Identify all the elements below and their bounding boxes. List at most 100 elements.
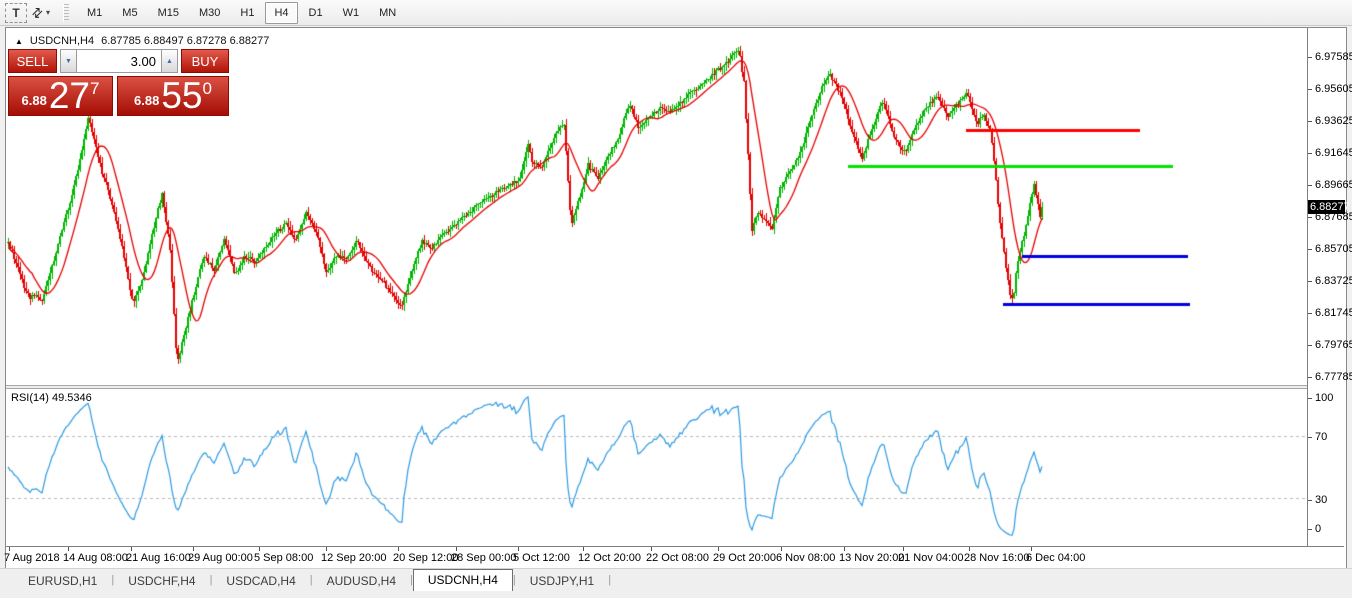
time-axis-label: 12 Sep 20:00 [321, 552, 386, 564]
price-axis-tick [1308, 57, 1312, 58]
toolbar-grip[interactable] [63, 4, 69, 22]
price-axis-label: 6.85705 [1315, 242, 1352, 256]
timeframe-button-h1[interactable]: H1 [231, 2, 263, 24]
price-axis-tick [1308, 281, 1312, 282]
time-axis-tick [903, 547, 904, 551]
time-axis-label: 29 Oct 20:00 [713, 552, 776, 564]
timeframe-button-m5[interactable]: M5 [113, 2, 146, 24]
arrow-down-icon: ▼ [65, 58, 72, 65]
time-axis-tick [651, 547, 652, 551]
buy-button[interactable]: BUY [181, 49, 229, 73]
chart-window-content: ▲ USDCNH,H4 6.87785 6.88497 6.87278 6.88… [6, 28, 1344, 566]
price-axis-label: 6.95605 [1315, 82, 1352, 96]
rsi-indicator-canvas[interactable] [6, 389, 1307, 546]
time-axis-tick [969, 547, 970, 551]
rsi-axis-label: 0 [1315, 522, 1321, 536]
timeframe-button-m15[interactable]: M15 [149, 2, 188, 24]
price-axis-label: 6.77785 [1315, 370, 1352, 384]
chart-tab-usdjpy[interactable]: USDJPY,H1 [516, 571, 608, 591]
timeframe-button-m1[interactable]: M1 [78, 2, 111, 24]
symbol-period-label: USDCNH,H4 [30, 35, 94, 47]
price-axis-label: 6.89665 [1315, 178, 1352, 192]
chart-tab-eurusd[interactable]: EURUSD,H1 [14, 571, 111, 591]
time-axis-label: 13 Nov 20:00 [839, 552, 904, 564]
chart-window: ▲ USDCNH,H4 6.87785 6.88497 6.87278 6.88… [5, 27, 1347, 569]
price-axis-tick [1308, 121, 1312, 122]
timeframe-button-w1[interactable]: W1 [334, 2, 369, 24]
tab-separator: | [608, 571, 611, 591]
arrows-tool-button[interactable]: ⇄ ▾ [31, 3, 51, 23]
time-axis-label: 14 Aug 08:00 [63, 552, 128, 564]
chart-tab-usdcad[interactable]: USDCAD,H4 [212, 571, 309, 591]
mt4-app: { "toolbar": { "text_tool_label": "T", "… [0, 0, 1352, 598]
time-axis-label: 20 Sep 12:00 [393, 552, 458, 564]
time-axis-label: 12 Oct 20:00 [578, 552, 641, 564]
text-tool-icon: T [12, 6, 19, 20]
time-axis-tick [9, 547, 10, 551]
rsi-axis-label: 70 [1315, 430, 1327, 444]
sell-price-button[interactable]: 6.88 27 7 [8, 76, 113, 116]
chart-tab-usdcnh[interactable]: USDCNH,H4 [413, 569, 513, 591]
buy-price-button[interactable]: 6.88 55 0 [117, 76, 229, 116]
arrows-tool-icon: ⇄ [28, 3, 47, 22]
timeframe-button-m30[interactable]: M30 [190, 2, 229, 24]
rsi-indicator-label: RSI(14) 49.5346 [11, 392, 92, 404]
rsi-axis-tick [1308, 529, 1312, 530]
sell-button[interactable]: SELL [8, 49, 57, 73]
top-toolbar: T ⇄ ▾ M1M5M15M30H1H4D1W1MN [0, 0, 1352, 26]
volume-increase-button[interactable]: ▲ [161, 49, 178, 73]
rsi-axis-tick [1308, 437, 1312, 438]
collapse-trade-panel-icon[interactable]: ▲ [15, 37, 23, 46]
time-axis-tick [68, 547, 69, 551]
price-axis-tick [1308, 217, 1312, 218]
text-label-tool-button[interactable]: T [5, 3, 27, 23]
ohlc-values: 6.87785 6.88497 6.87278 6.88277 [101, 35, 269, 47]
time-axis-tick [844, 547, 845, 551]
time-axis-label: 6 Dec 04:00 [1026, 552, 1085, 564]
price-axis-tick [1308, 345, 1312, 346]
timeframe-button-h4[interactable]: H4 [265, 2, 297, 24]
time-axis-label: 5 Oct 12:00 [513, 552, 570, 564]
one-click-trade-panel: SELL ▼ 3.00 ▲ BUY 6.88 2 [8, 49, 229, 116]
panel-splitter[interactable] [6, 385, 1307, 389]
rsi-axis-label: 100 [1315, 391, 1333, 405]
time-axis-tick [398, 547, 399, 551]
price-axis-label: 6.93625 [1315, 114, 1352, 128]
time-axis-label: 5 Sep 08:00 [254, 552, 313, 564]
price-axis-tick [1308, 313, 1312, 314]
sell-price-sup: 7 [90, 80, 99, 97]
volume-decrease-button[interactable]: ▼ [60, 49, 77, 73]
time-axis-tick [1031, 547, 1032, 551]
timeframe-button-mn[interactable]: MN [370, 2, 405, 24]
time-axis-label: 21 Nov 04:00 [898, 552, 963, 564]
time-axis-tick [259, 547, 260, 551]
time-axis-tick [718, 547, 719, 551]
time-axis-label: 6 Nov 08:00 [776, 552, 835, 564]
chart-tab-usdchf[interactable]: USDCHF,H4 [114, 571, 209, 591]
time-axis-label: 28 Sep 00:00 [451, 552, 516, 564]
time-axis-tick [583, 547, 584, 551]
price-axis-tick [1308, 153, 1312, 154]
price-axis-tick [1308, 89, 1312, 90]
timeframe-button-d1[interactable]: D1 [300, 2, 332, 24]
price-axis-tick [1308, 377, 1312, 378]
volume-stepper: ▼ 3.00 ▲ [60, 49, 178, 73]
chevron-down-icon: ▾ [46, 8, 50, 17]
buy-price-prefix: 6.88 [134, 93, 159, 108]
arrow-up-icon: ▲ [166, 58, 173, 65]
current-price-badge: 6.88277 [1308, 200, 1345, 214]
volume-input[interactable]: 3.00 [77, 49, 161, 73]
time-axis-tick [518, 547, 519, 551]
price-axis-label: 6.97585 [1315, 50, 1352, 64]
price-axis-label: 6.91645 [1315, 146, 1352, 160]
price-axis-label: 6.83725 [1315, 274, 1352, 288]
price-axis-tick [1308, 249, 1312, 250]
price-axis[interactable]: 6.88277 6.975856.956056.936256.916456.89… [1307, 28, 1345, 546]
rsi-axis-label: 30 [1315, 493, 1327, 507]
time-axis-label: 7 Aug 2018 [4, 552, 60, 564]
time-axis[interactable]: 7 Aug 201814 Aug 08:0021 Aug 16:0029 Aug… [6, 546, 1344, 567]
time-axis-tick [456, 547, 457, 551]
time-axis-tick [326, 547, 327, 551]
sell-price-prefix: 6.88 [22, 93, 47, 108]
chart-tab-audusd[interactable]: AUDUSD,H4 [313, 571, 410, 591]
